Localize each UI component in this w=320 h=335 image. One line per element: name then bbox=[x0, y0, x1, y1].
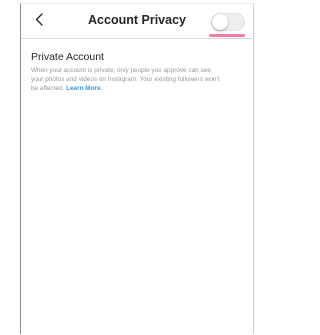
private-account-label: Private Account bbox=[31, 51, 104, 63]
phone-screen: Account Privacy Private Account When you… bbox=[20, 3, 254, 334]
description-text: When your account is private, only peopl… bbox=[31, 67, 220, 92]
learn-more-link[interactable]: Learn More. bbox=[66, 85, 102, 92]
toggle-highlight-mark bbox=[209, 34, 245, 37]
private-account-toggle[interactable] bbox=[211, 13, 245, 31]
private-account-description: When your account is private, only peopl… bbox=[31, 66, 221, 93]
private-account-setting: Private Account When your account is pri… bbox=[21, 39, 253, 93]
toggle-knob bbox=[212, 14, 228, 30]
